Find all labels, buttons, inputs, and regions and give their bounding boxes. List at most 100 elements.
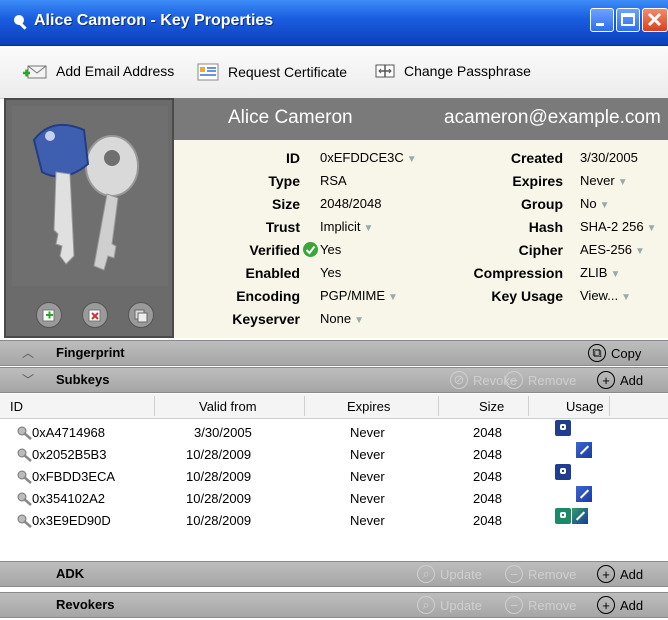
toolbar: Add Email Address Request Certificate Ch…	[0, 46, 668, 99]
remove-adk-button[interactable]: − Remove	[505, 565, 576, 583]
passphrase-icon	[375, 64, 395, 78]
prop-key-usage-text: View...	[580, 288, 619, 303]
prop-value-cipher[interactable]: AES-256 ▼	[580, 242, 645, 257]
prop-label-keyserver: Keyserver	[232, 311, 300, 327]
change-passphrase-label: Change Passphrase	[404, 63, 531, 79]
prop-value-id[interactable]: 0xEFDDCE3C ▼	[320, 150, 417, 165]
col-size[interactable]: Size	[479, 399, 504, 414]
maximize-button[interactable]	[616, 8, 640, 32]
dropdown-caret-icon: ▼	[646, 223, 657, 234]
remove-label: Remove	[528, 597, 577, 613]
view-button[interactable]	[128, 302, 154, 328]
remove-icon	[88, 309, 101, 322]
add-label: Add	[620, 372, 644, 388]
update-label: Update	[440, 597, 482, 613]
minimize-button[interactable]	[590, 8, 614, 32]
column-divider[interactable]	[154, 396, 155, 416]
subkey-id: 0x354102A2	[32, 491, 106, 506]
subkey-expires: Never	[350, 491, 385, 506]
prop-label-enabled: Enabled	[245, 265, 300, 281]
revokers-section-bar[interactable]: Revokers ⌕ Update − Remove + Add	[0, 592, 668, 618]
adk-title: ADK	[56, 566, 85, 581]
add-subkey-button[interactable]: + Add	[597, 371, 643, 389]
subkeys-title: Subkeys	[56, 372, 110, 387]
add-icon: +	[597, 565, 615, 583]
subkey-icon	[17, 514, 32, 528]
update-label: Update	[440, 566, 482, 582]
encrypt-icon	[555, 464, 571, 480]
remove-label: Remove	[528, 372, 577, 388]
dropdown-caret-icon: ▼	[354, 315, 364, 326]
prop-label-id: ID	[286, 150, 300, 166]
column-divider[interactable]	[438, 396, 439, 416]
close-button[interactable]	[642, 8, 668, 32]
prop-value-created: 3/30/2005	[580, 150, 638, 165]
prop-label-encoding: Encoding	[236, 288, 300, 304]
prop-value-trust[interactable]: Implicit ▼	[320, 219, 373, 234]
request-certificate-button[interactable]: Request Certificate	[196, 62, 347, 82]
prop-keyserver-text: None	[320, 311, 352, 326]
update-revokers-button[interactable]: ⌕ Update	[417, 596, 482, 614]
chevron-up-icon[interactable]: ︿	[22, 344, 34, 361]
key-email: acameron@example.com	[444, 107, 661, 128]
subkey-valid-from: 10/28/2009	[186, 447, 252, 462]
prop-value-compression[interactable]: ZLIB ▼	[580, 265, 620, 280]
add-revoker-button[interactable]: + Add	[597, 596, 643, 614]
prop-value-expires[interactable]: Never ▼	[580, 173, 628, 188]
subkey-icon	[17, 470, 32, 484]
column-divider[interactable]	[304, 396, 305, 416]
col-id[interactable]: ID	[10, 399, 23, 414]
prop-value-hash[interactable]: SHA-2 256 ▼	[580, 219, 657, 234]
change-passphrase-button[interactable]: Change Passphrase	[374, 62, 531, 80]
copy-label: Copy	[611, 345, 642, 361]
remove-revoker-button[interactable]: − Remove	[505, 596, 576, 614]
prop-value-key-usage[interactable]: View... ▼	[580, 288, 631, 303]
key-name: Alice Cameron	[228, 107, 353, 128]
table-row[interactable]: 0xFBDD3ECA 10/28/2009 Never 2048	[0, 464, 668, 488]
dropdown-caret-icon: ▼	[599, 200, 610, 211]
keys-image	[12, 106, 168, 286]
fingerprint-title: Fingerprint	[56, 345, 125, 360]
subkey-icon	[17, 448, 32, 462]
prop-encoding-text: PGP/MIME	[320, 288, 386, 303]
subkey-valid-from: 10/28/2009	[186, 469, 252, 484]
col-valid-from[interactable]: Valid from	[199, 399, 257, 414]
key-header: Alice Cameron acameron@example.com	[174, 98, 668, 140]
encrypt-icon	[555, 420, 571, 436]
remove-subkey-button[interactable]: − Remove	[505, 371, 576, 389]
add-user-id-button[interactable]	[36, 302, 62, 328]
add-adk-button[interactable]: + Add	[597, 565, 643, 583]
column-divider[interactable]	[609, 396, 610, 416]
prop-label-verified: Verified	[249, 242, 300, 258]
title-bar[interactable]: Alice Cameron - Key Properties	[0, 0, 668, 46]
chevron-down-icon[interactable]: ﹀	[22, 371, 34, 388]
prop-value-type: RSA	[320, 173, 347, 188]
add-email-address-button[interactable]: Add Email Address	[22, 62, 174, 80]
prop-label-group: Group	[521, 196, 563, 212]
prop-value-group[interactable]: No ▼	[580, 196, 610, 211]
dropdown-caret-icon: ▼	[610, 269, 621, 280]
prop-value-keyserver[interactable]: None ▼	[320, 311, 364, 326]
fingerprint-section-bar[interactable]: ︿ Fingerprint ⧉ Copy	[0, 340, 668, 366]
prop-label-size: Size	[271, 196, 300, 212]
table-row[interactable]: 0x2052B5B3 10/28/2009 Never 2048	[0, 442, 668, 466]
prop-value-encoding[interactable]: PGP/MIME ▼	[320, 288, 398, 303]
remove-icon: −	[505, 596, 523, 614]
update-adk-button[interactable]: ⌕ Update	[417, 565, 482, 583]
subkey-id: 0xA4714968	[32, 425, 106, 440]
subkeys-section-bar[interactable]: ﹀ Subkeys ⊘ Revoke − Remove + Add	[0, 367, 668, 393]
remove-label: Remove	[528, 566, 577, 582]
col-usage[interactable]: Usage	[566, 399, 604, 414]
table-row[interactable]: 0x354102A2 10/28/2009 Never 2048	[0, 486, 668, 510]
column-divider[interactable]	[528, 396, 529, 416]
subkey-size: 2048	[473, 447, 502, 462]
copy-button[interactable]: ⧉ Copy	[588, 344, 641, 362]
table-row[interactable]: 0xA4714968 3/30/2005 Never 2048	[0, 420, 668, 444]
remove-user-id-button[interactable]	[82, 302, 108, 328]
subkey-expires: Never	[350, 447, 385, 462]
adk-section-bar[interactable]: ADK ⌕ Update − Remove + Add	[0, 561, 668, 587]
col-expires[interactable]: Expires	[347, 399, 390, 414]
table-row[interactable]: 0x3E9ED90D 10/28/2009 Never 2048	[0, 508, 668, 532]
subkey-valid-from: 10/28/2009	[186, 513, 252, 528]
dropdown-caret-icon: ▼	[406, 154, 417, 165]
